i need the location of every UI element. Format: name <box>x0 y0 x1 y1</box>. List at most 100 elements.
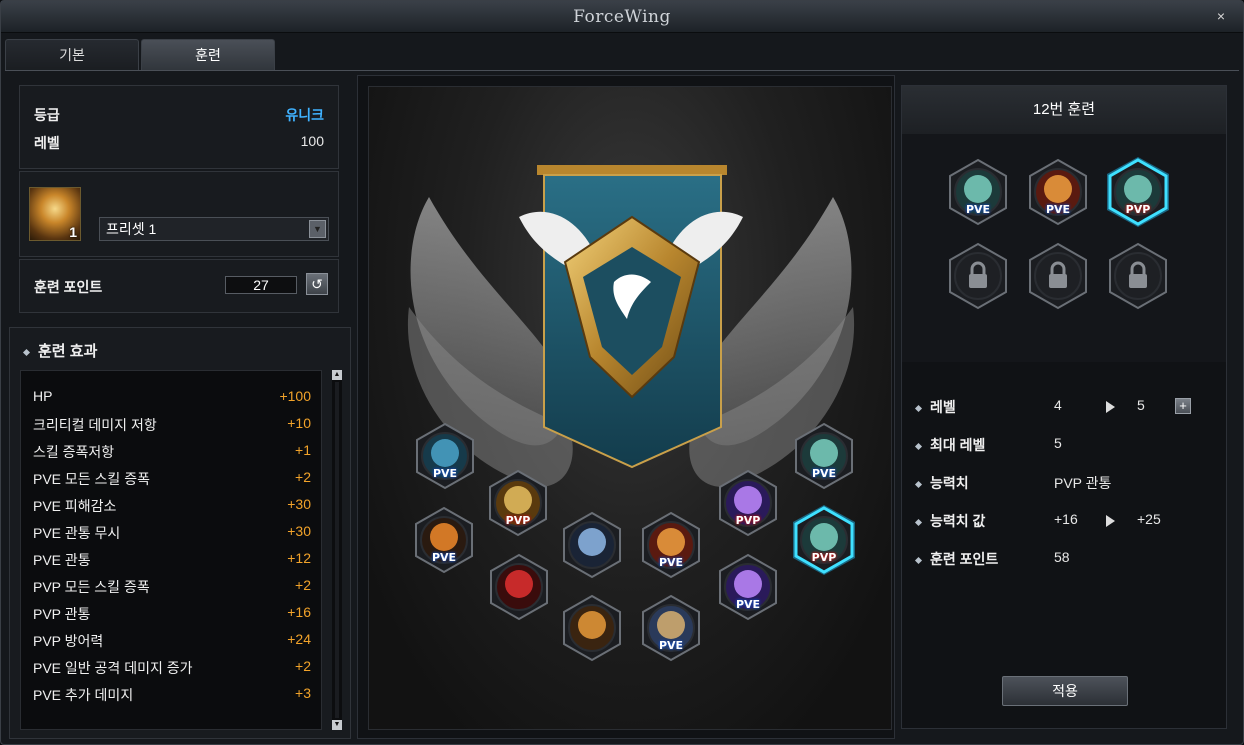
green-orb-icon[interactable]: PVE <box>793 421 855 491</box>
lock-icon[interactable] <box>947 241 1009 311</box>
effect-value: +100 <box>279 388 311 404</box>
armored-fist-icon[interactable]: PVE <box>640 593 702 663</box>
effect-value: +30 <box>287 523 311 539</box>
green-orb-icon[interactable]: PVP <box>793 505 855 575</box>
effect-value: +2 <box>295 469 311 485</box>
detail-stat-row: 능력치 PVP 관통 <box>914 473 1216 495</box>
fist-icon[interactable]: PVE <box>640 510 702 580</box>
effect-value: +2 <box>295 577 311 593</box>
detail-level-label: 레벨 <box>914 397 956 417</box>
effect-row: PVE 모든 스킬 증폭 +2 <box>33 469 311 489</box>
training-points-box: 훈련 포인트 27 ↺ <box>19 259 339 313</box>
golden-shield-icon[interactable]: PVP <box>487 468 549 538</box>
node-tag: PVE <box>735 598 761 611</box>
effects-scrollbar[interactable]: ▲ ▼ <box>332 370 342 730</box>
effect-row: PVE 추가 데미지 +3 <box>33 685 311 705</box>
effect-name: PVE 관통 무시 <box>33 525 121 541</box>
scroll-track[interactable] <box>335 382 339 718</box>
effect-value: +2 <box>295 658 311 674</box>
effect-name: PVE 추가 데미지 <box>33 687 134 703</box>
node-tag: PVE <box>431 551 457 564</box>
effect-row: 크리티컬 데미지 저항 +10 <box>33 415 311 435</box>
effect-row: PVE 피해감소 +30 <box>33 496 311 516</box>
force-wing-artwork: PVE PVP PVE PVE PVE PVP PVE PVE PVP <box>368 86 892 730</box>
lock-icon[interactable] <box>1027 241 1089 311</box>
node-tag: PVE <box>1045 203 1071 216</box>
chevron-down-icon[interactable]: ▼ <box>309 220 326 238</box>
detail-max-level-label: 최대 레벨 <box>914 435 985 455</box>
lightning-claw-icon[interactable]: PVE <box>717 552 779 622</box>
window-title: ForceWing <box>573 7 671 27</box>
detail-max-level-value: 5 <box>1054 435 1062 451</box>
crossed-swords-icon[interactable]: PVE <box>414 421 476 491</box>
scroll-down-icon[interactable]: ▼ <box>332 720 342 730</box>
training-points-value: 27 <box>225 276 297 294</box>
tab-training[interactable]: 훈련 <box>141 39 275 71</box>
tab-basic[interactable]: 기본 <box>5 39 139 71</box>
gauntlet-fist-icon[interactable] <box>561 593 623 663</box>
effect-name: PVE 피해감소 <box>33 498 117 514</box>
effect-row: PVE 일반 공격 데미지 증가 +2 <box>33 658 311 678</box>
effect-name: PVP 관통 <box>33 606 91 622</box>
lightning-claw-icon[interactable]: PVP <box>717 468 779 538</box>
effect-row: PVP 방어력 +24 <box>33 631 311 651</box>
node-tag: PVE <box>811 467 837 480</box>
detail-level-to: 5 <box>1137 397 1145 413</box>
detail-points-value: 58 <box>1054 549 1070 565</box>
effect-name: PVE 관통 <box>33 552 91 568</box>
effect-row: PVE 관통 무시 +30 <box>33 523 311 543</box>
preset-selected: 프리셋 1 <box>106 221 157 237</box>
detail-title: 12번 훈련 <box>902 86 1226 134</box>
node-tag: PVE <box>965 203 991 216</box>
effects-title: 훈련 효과 <box>22 340 97 361</box>
detail-stat-amount-label: 능력치 값 <box>914 511 985 531</box>
apply-button[interactable]: 적용 <box>1002 676 1128 706</box>
node-tag: PVE <box>658 556 684 569</box>
effect-name: 크리티컬 데미지 저항 <box>33 417 157 433</box>
lock-icon[interactable] <box>1107 241 1169 311</box>
effect-name: PVP 모든 스킬 증폭 <box>33 579 150 595</box>
arrow-right-icon <box>1106 401 1115 413</box>
title-bar[interactable]: ForceWing × <box>1 1 1243 33</box>
angel-wing-portrait-icon[interactable]: 1 <box>29 187 81 241</box>
effect-value: +12 <box>287 550 311 566</box>
refresh-icon[interactable]: ↺ <box>306 273 328 295</box>
tab-divider <box>5 70 1239 71</box>
effect-row: HP +100 <box>33 388 311 408</box>
force-wing-window: ForceWing × 기본 훈련 등급 유니크 레벨 100 1 프리셋 1 … <box>0 0 1244 745</box>
detail-stat-amount-from: +16 <box>1054 511 1078 527</box>
effect-name: 스킬 증폭저항 <box>33 444 115 460</box>
plus-icon[interactable]: + <box>1175 398 1191 414</box>
green-orb-icon[interactable]: PVE <box>947 157 1009 227</box>
scroll-up-icon[interactable]: ▲ <box>332 370 342 380</box>
effect-value: +1 <box>295 442 311 458</box>
effect-row: PVP 모든 스킬 증폭 +2 <box>33 577 311 597</box>
fist-icon[interactable]: PVE <box>1027 157 1089 227</box>
red-potion-icon[interactable] <box>488 552 550 622</box>
effect-name: PVP 방어력 <box>33 633 104 649</box>
preset-box: 1 프리셋 1 ▼ <box>19 171 339 257</box>
training-effects-panel: 훈련 효과 HP +100 크리티컬 데미지 저항 +10 스킬 증폭저항 +1 PVE 모… <box>9 327 351 739</box>
effects-list[interactable]: HP +100 크리티컬 데미지 저항 +10 스킬 증폭저항 +1 PVE 모든 스킬 증… <box>20 370 322 730</box>
winged-banner-emblem <box>407 165 855 487</box>
shadow-figure-icon[interactable]: PVE <box>413 505 475 575</box>
training-points-label: 훈련 포인트 <box>34 279 103 295</box>
grade-value: 유니크 <box>285 107 324 123</box>
effect-row: PVE 관통 +12 <box>33 550 311 570</box>
effect-value: +30 <box>287 496 311 512</box>
effect-value: +10 <box>287 415 311 431</box>
detail-stat-amount-row: 능력치 값 +16 +25 <box>914 511 1216 533</box>
detail-level-row: 레벨 4 5 + <box>914 397 1216 419</box>
node-tag: PVP <box>1125 203 1151 216</box>
effect-name: HP <box>33 388 53 404</box>
node-tag: PVP <box>505 514 531 527</box>
detail-points-label: 훈련 포인트 <box>914 549 998 569</box>
bullet-icon <box>22 348 31 356</box>
preset-dropdown[interactable]: 프리셋 1 ▼ <box>99 217 329 241</box>
training-detail-panel: 12번 훈련 PVE PVE PVP 레벨 4 5 + 최대 레벨 5 능력치 PV… <box>901 85 1227 729</box>
training-tree-panel: PVE PVP PVE PVE PVE PVP PVE PVE PVP <box>357 75 895 739</box>
close-icon[interactable]: × <box>1217 8 1225 24</box>
spirit-dancer-icon[interactable] <box>561 510 623 580</box>
node-tag: PVE <box>658 639 684 652</box>
green-orb-icon[interactable]: PVP <box>1107 157 1169 227</box>
